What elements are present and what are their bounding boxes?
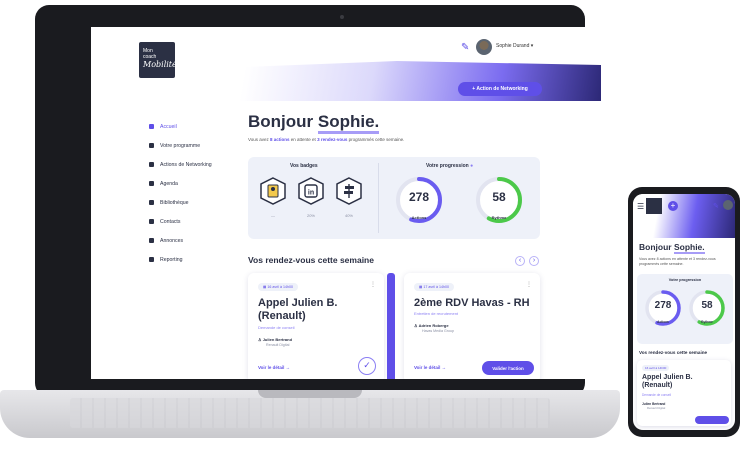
home-icon xyxy=(149,124,154,129)
prev-week-button[interactable]: ‹ xyxy=(515,256,525,266)
reporting-icon xyxy=(149,257,154,262)
badge-value: — xyxy=(271,213,275,218)
card-accent-bar xyxy=(387,273,395,379)
pen-icon[interactable]: ✎ xyxy=(461,42,473,54)
pen-icon[interactable]: ✎ xyxy=(713,202,719,210)
avatar[interactable] xyxy=(476,39,492,55)
avatar[interactable] xyxy=(723,200,733,210)
user-name-menu[interactable]: Sophie Durand ▾ xyxy=(496,43,533,49)
badge-value: 20% xyxy=(306,213,315,218)
more-options-icon[interactable]: ⋮ xyxy=(526,281,532,288)
page-title: Bonjour Sophie. xyxy=(639,242,705,254)
rdv-date: 16 avril à 14h00 xyxy=(642,365,670,371)
sidebar-item-contacts[interactable]: Contacts xyxy=(149,212,239,231)
validate-action-button[interactable]: Valider l'action xyxy=(482,361,534,375)
progress-panel: Votre progression 278 Actions 58 Rythme xyxy=(637,274,733,344)
rdv-company: Renault Digital xyxy=(647,406,666,410)
rdv-date: ▦ 16 avril à 14h00 xyxy=(258,283,298,291)
sidebar-item-agenda[interactable]: Agenda xyxy=(149,174,239,193)
contacts-icon xyxy=(149,219,154,224)
actions-progress-ring: 278 Actions xyxy=(643,288,683,328)
rdv-section-title: Vos rendez-vous cette semaine xyxy=(248,255,374,265)
id-card-badge-icon[interactable] xyxy=(260,177,286,205)
stats-panel: Vos badges Votre progression ● — in 20% … xyxy=(248,157,540,239)
rdv-title: Appel Julien B. (Renault) xyxy=(642,374,693,389)
progress-title: Votre progression xyxy=(668,278,702,282)
program-icon xyxy=(149,143,154,148)
see-detail-link[interactable]: Voir le détail → xyxy=(258,365,290,370)
laptop-camera xyxy=(340,15,344,19)
stats-divider xyxy=(378,163,379,233)
phone: ☰ + ✎ Bonjour Sophie. Vous avez 8 action… xyxy=(628,187,740,437)
sidebar-item-bibliotheque[interactable]: Bibliothèque xyxy=(149,193,239,212)
rdv-card[interactable]: ▦ 16 avril à 14h00 ⋮ Appel Julien B. (Re… xyxy=(248,273,384,379)
rdv-contact: ♙ Julien Bertrand xyxy=(258,337,293,342)
summary-text: Vous avez 8 actions en attente et 3 rend… xyxy=(248,137,405,142)
rdv-company: Havas Media Group xyxy=(422,329,454,333)
laptop-keyboard xyxy=(70,398,550,428)
sidebar-item-programme[interactable]: Votre programme xyxy=(149,136,239,155)
page-title: Bonjour Sophie. xyxy=(248,112,380,134)
laptop-notch xyxy=(258,390,362,398)
add-networking-action-button[interactable]: + Action de Networking xyxy=(458,82,542,96)
sidebar-item-accueil[interactable]: Accueil xyxy=(149,117,239,136)
rdv-contact: ♙ Adrien Roberge xyxy=(414,323,449,328)
rdv-card[interactable]: ▦ 17 avril à 14h00 ⋮ 2ème RDV Havas - RH… xyxy=(404,273,540,379)
app-logo[interactable] xyxy=(646,198,662,214)
validate-action-button[interactable] xyxy=(695,416,729,424)
rdv-title: 2ème RDV Havas - RH xyxy=(414,297,530,309)
actions-progress-ring: 278 Actions xyxy=(394,175,444,225)
app-logo[interactable]: Mon coach Mobilité xyxy=(139,42,177,78)
sidebar-item-reporting[interactable]: Reporting xyxy=(149,250,239,269)
sidebar: Accueil Votre programme Actions de Netwo… xyxy=(149,117,239,269)
rdv-company: Renault Digital xyxy=(266,343,290,347)
rdv-type: Demande de conseil xyxy=(258,325,295,330)
phone-screen: ☰ + ✎ Bonjour Sophie. Vous avez 8 action… xyxy=(633,194,735,430)
more-options-icon[interactable]: ⋮ xyxy=(370,281,376,288)
device-mockup: Mon coach Mobilité ✎ Sophie Durand ▾ + A… xyxy=(0,0,744,449)
rdv-date: ▦ 17 avril à 14h00 xyxy=(414,283,454,291)
library-icon xyxy=(149,200,154,205)
badges-title: Vos badges xyxy=(290,163,318,169)
linkedin-badge-icon[interactable]: in xyxy=(298,177,324,205)
summary-text: Vous avez 8 actions en attente et 3 rend… xyxy=(639,257,716,266)
calendar-icon xyxy=(149,181,154,186)
sidebar-item-annonces[interactable]: Annonces xyxy=(149,231,239,250)
badge-value: 40% xyxy=(344,213,353,218)
see-detail-link[interactable]: Voir le détail → xyxy=(414,365,446,370)
app-header: Mon coach Mobilité ✎ Sophie Durand ▾ + A… xyxy=(91,27,601,101)
check-icon[interactable]: ✓ xyxy=(358,357,376,375)
svg-text:in: in xyxy=(308,190,314,197)
rdv-card[interactable]: 16 avril à 14h00 Appel Julien B. (Renault… xyxy=(637,360,731,426)
announce-icon xyxy=(149,238,154,243)
laptop-screen: Mon coach Mobilité ✎ Sophie Durand ▾ + A… xyxy=(91,27,601,379)
rythme-progress-ring: 58 Rythme xyxy=(474,175,524,225)
laptop-lid: Mon coach Mobilité ✎ Sophie Durand ▾ + A… xyxy=(35,5,601,397)
add-icon[interactable]: + xyxy=(668,201,678,211)
sidebar-item-networking[interactable]: Actions de Networking xyxy=(149,155,239,174)
rdv-type: Demande de conseil xyxy=(642,393,672,397)
menu-icon[interactable]: ☰ xyxy=(637,202,644,211)
next-week-button[interactable]: › xyxy=(529,256,539,266)
rdv-type: Entretien de recrutement xyxy=(414,311,459,316)
rdv-title: Appel Julien B. (Renault) xyxy=(258,297,338,322)
rdv-section-title: Vos rendez-vous cette semaine xyxy=(639,350,708,355)
network-icon xyxy=(149,162,154,167)
progress-title: Votre progression ● xyxy=(426,163,474,169)
signpost-badge-icon[interactable] xyxy=(336,177,362,205)
rythme-progress-ring: 58 Rythme xyxy=(687,288,727,328)
